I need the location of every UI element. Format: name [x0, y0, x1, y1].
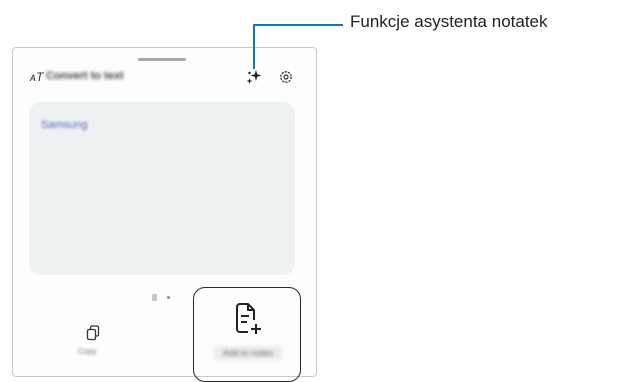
drag-handle[interactable]	[138, 58, 186, 61]
callout-leader-horizontal	[253, 24, 343, 26]
note-add-icon[interactable]	[234, 303, 264, 337]
add-to-notes-label: Add to notes	[214, 346, 282, 360]
transcribed-text: Samsung	[41, 119, 88, 131]
sparkle-icon[interactable]	[245, 68, 263, 86]
toolbar-title: Convert to text	[46, 70, 124, 82]
callout-label: Funkcje asystenta notatek	[350, 12, 548, 31]
page-indicator-current	[152, 294, 157, 301]
callout-leader-vertical	[253, 25, 255, 69]
copy-icon[interactable]	[86, 325, 100, 341]
copy-label: Copy	[78, 347, 97, 356]
convert-text-icon[interactable]: ᴀT	[30, 70, 43, 84]
gear-icon[interactable]	[277, 68, 295, 86]
page-indicator-dot	[167, 296, 170, 299]
